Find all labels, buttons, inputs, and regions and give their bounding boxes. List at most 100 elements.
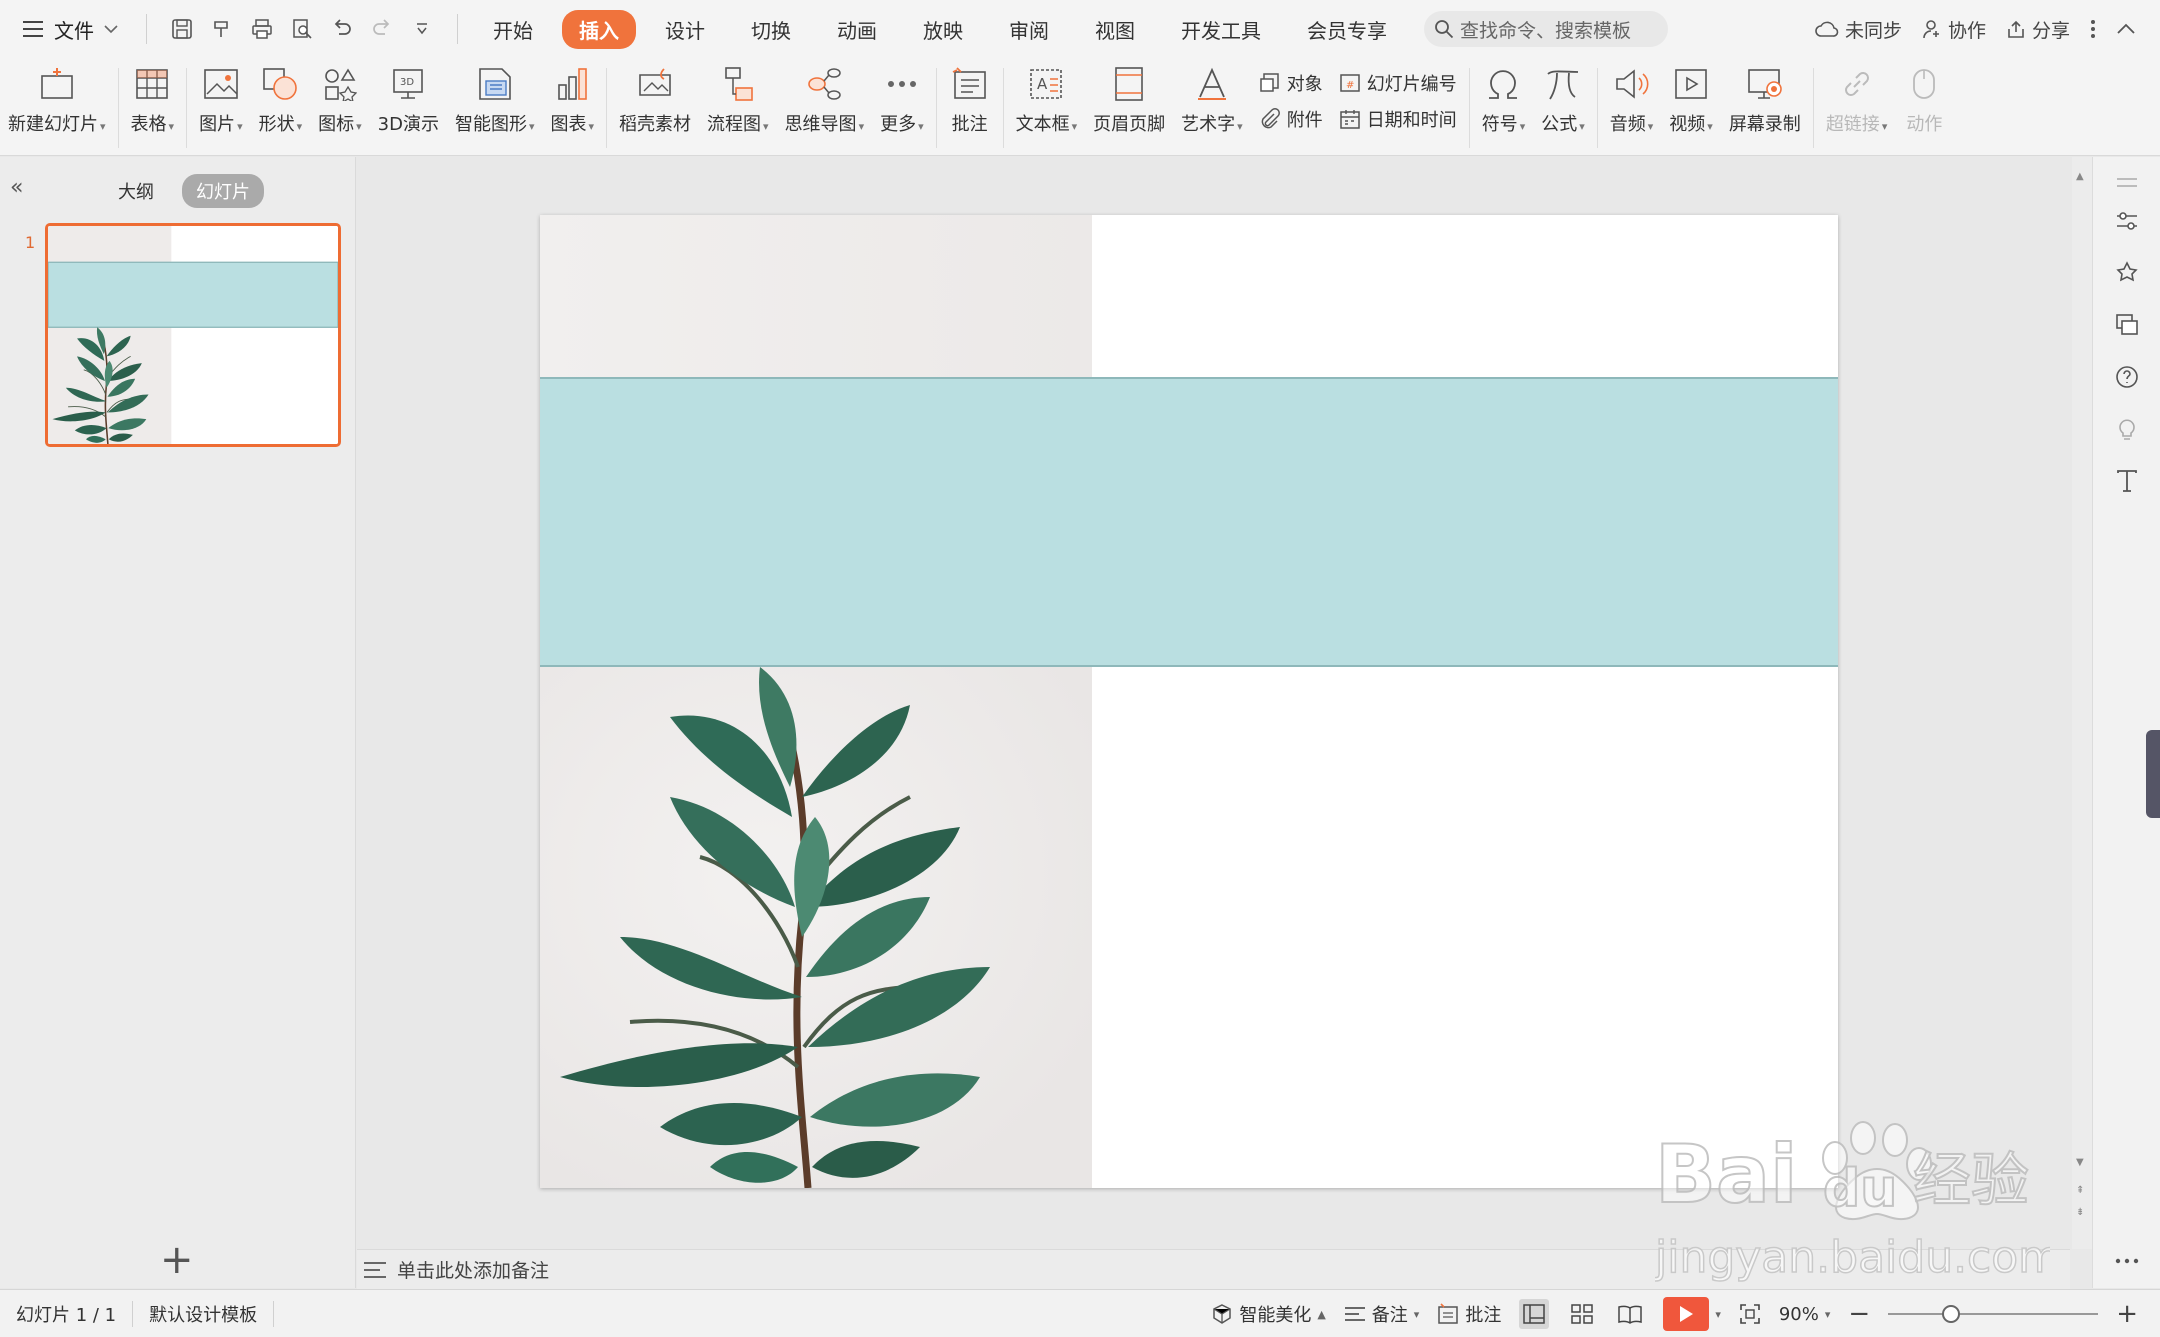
side-panel-handle[interactable]: [2146, 730, 2160, 818]
command-search[interactable]: 查找命令、搜索模板: [1424, 11, 1668, 47]
zoom-level-dropdown[interactable]: 90% ▾: [1779, 1304, 1831, 1325]
undo-icon[interactable]: [329, 16, 355, 42]
tab-insert[interactable]: 插入: [562, 9, 636, 49]
smart-beautify-button[interactable]: 智能美化 ▲: [1211, 1301, 1326, 1327]
more-button[interactable]: 更多 ▾: [872, 64, 932, 136]
scroll-up-icon[interactable]: ▲: [2076, 171, 2084, 182]
collapse-ribbon-icon[interactable]: [2116, 22, 2136, 36]
template-name[interactable]: 默认设计模板: [133, 1300, 275, 1327]
grid-view-icon: [1571, 1304, 1594, 1324]
material-button[interactable]: 稻壳素材: [611, 64, 699, 136]
zoom-slider-knob[interactable]: [1942, 1305, 1961, 1323]
text-format-icon[interactable]: [2113, 467, 2141, 495]
chart-label: 图表: [550, 114, 587, 135]
tab-view[interactable]: 视图: [1078, 10, 1152, 49]
chart-icon: [552, 64, 592, 104]
properties-icon[interactable]: [2113, 207, 2141, 235]
tab-developer[interactable]: 开发工具: [1164, 10, 1278, 49]
zoom-in-button[interactable]: +: [2116, 1299, 2138, 1329]
slide-number-button[interactable]: # 幻灯片编号: [1339, 70, 1457, 96]
attachment-button[interactable]: 附件: [1259, 106, 1323, 132]
format-painter-icon[interactable]: [209, 16, 235, 42]
print-preview-icon[interactable]: [289, 16, 315, 42]
add-slide-icon[interactable]: +: [160, 1240, 194, 1280]
smartart-button[interactable]: 智能图形 ▾: [447, 64, 543, 136]
flowchart-button[interactable]: 流程图 ▾: [699, 64, 777, 136]
lightbulb-icon[interactable]: [2113, 415, 2141, 443]
header-footer-icon: [1109, 64, 1149, 104]
slide-sorter-button[interactable]: [1567, 1299, 1597, 1329]
plant-photo[interactable]: [540, 667, 1092, 1188]
icon-library-icon: [320, 64, 360, 104]
table-button[interactable]: 表格 ▾: [123, 64, 183, 136]
sync-status[interactable]: 未同步: [1815, 16, 1902, 43]
slide-switch-icon[interactable]: [2113, 311, 2141, 339]
picture-button[interactable]: 图片 ▾: [191, 64, 251, 136]
help-icon[interactable]: [2113, 363, 2141, 391]
collapse-panel-icon[interactable]: «: [10, 175, 23, 200]
chart-button[interactable]: 图表 ▾: [543, 64, 603, 136]
symbol-label: 符号: [1481, 114, 1518, 135]
menu-bar: 文件 开始 插入 设计 切换 动画 放映 审阅 视图 开发工具 会员专享 查找命…: [0, 0, 2160, 58]
symbol-button[interactable]: 符号 ▾: [1474, 64, 1534, 136]
tab-transition[interactable]: 切换: [734, 10, 808, 49]
more-panes-icon[interactable]: [2113, 1247, 2141, 1275]
redo-icon[interactable]: [369, 16, 395, 42]
formula-button[interactable]: 公式 ▾: [1533, 64, 1593, 136]
comments-toggle-button[interactable]: 批注: [1437, 1301, 1501, 1327]
file-menu[interactable]: 文件: [0, 0, 136, 58]
object-button[interactable]: 对象: [1259, 70, 1323, 96]
previous-slide-icon[interactable]: ⇞: [2076, 1185, 2084, 1196]
play-slideshow-button[interactable]: ▾: [1663, 1297, 1721, 1331]
teal-banner-shape[interactable]: [540, 377, 1838, 667]
icon-button[interactable]: 图标 ▾: [310, 64, 370, 136]
fit-window-button[interactable]: [1739, 1303, 1761, 1325]
animation-star-icon[interactable]: [2113, 259, 2141, 287]
drag-handle-icon[interactable]: [2113, 169, 2141, 197]
material-label: 稻壳素材: [619, 114, 692, 135]
tab-start[interactable]: 开始: [476, 10, 550, 49]
3d-demo-button[interactable]: 3D 3D演示: [370, 64, 447, 136]
video-button[interactable]: 视频 ▾: [1661, 64, 1721, 136]
tab-slideshow[interactable]: 放映: [906, 10, 980, 49]
chevron-down-icon: ▾: [1824, 1307, 1831, 1321]
zoom-out-button[interactable]: −: [1848, 1299, 1870, 1329]
save-icon[interactable]: [169, 16, 195, 42]
screen-record-button[interactable]: 屏幕录制: [1721, 64, 1809, 136]
hamburger-icon: [23, 21, 43, 37]
tab-animation[interactable]: 动画: [820, 10, 894, 49]
wordart-button[interactable]: 艺术字 ▾: [1173, 64, 1251, 136]
tab-review[interactable]: 审阅: [992, 10, 1066, 49]
action-button[interactable]: 动作: [1895, 64, 1953, 136]
audio-button[interactable]: 音频 ▾: [1602, 64, 1662, 136]
normal-view-button[interactable]: [1519, 1299, 1550, 1329]
new-slide-button[interactable]: 新建幻灯片 ▾: [0, 64, 114, 136]
notes-toggle-label: 备注: [1371, 1305, 1408, 1326]
shape-button[interactable]: 形状 ▾: [251, 64, 311, 136]
header-footer-button[interactable]: 页眉页脚: [1085, 64, 1173, 136]
notes-toggle-button[interactable]: 备注 ▾: [1344, 1301, 1419, 1327]
reading-view-button[interactable]: [1615, 1299, 1645, 1329]
next-slide-icon[interactable]: ⇟: [2076, 1207, 2084, 1218]
tab-outline[interactable]: 大纲: [104, 174, 168, 208]
comment-button[interactable]: 批注: [941, 64, 999, 136]
tab-member[interactable]: 会员专享: [1290, 10, 1404, 49]
zoom-slider[interactable]: [1888, 1305, 2099, 1323]
print-icon[interactable]: [249, 16, 275, 42]
share-button[interactable]: 分享: [2006, 16, 2070, 43]
tab-slides[interactable]: 幻灯片: [182, 174, 264, 208]
slide-1[interactable]: [540, 215, 1838, 1188]
customize-toolbar-icon[interactable]: [409, 16, 435, 42]
hyperlink-button[interactable]: 超链接 ▾: [1818, 64, 1896, 136]
scroll-down-icon[interactable]: ▼: [2076, 1157, 2084, 1168]
vertical-scrollbar[interactable]: ▲ ▼ ⇞ ⇟: [2072, 157, 2092, 1249]
tab-design[interactable]: 设计: [648, 10, 722, 49]
notes-pane[interactable]: 单击此处添加备注: [357, 1249, 2070, 1289]
divider: [146, 14, 147, 44]
mindmap-button[interactable]: 思维导图 ▾: [777, 64, 873, 136]
more-options-icon[interactable]: [2090, 19, 2096, 39]
datetime-button[interactable]: 日期和时间: [1339, 106, 1457, 132]
slide-thumbnail[interactable]: [45, 223, 341, 447]
textbox-button[interactable]: A 文本框 ▾: [1008, 64, 1086, 136]
collab-button[interactable]: 协作: [1922, 16, 1986, 43]
